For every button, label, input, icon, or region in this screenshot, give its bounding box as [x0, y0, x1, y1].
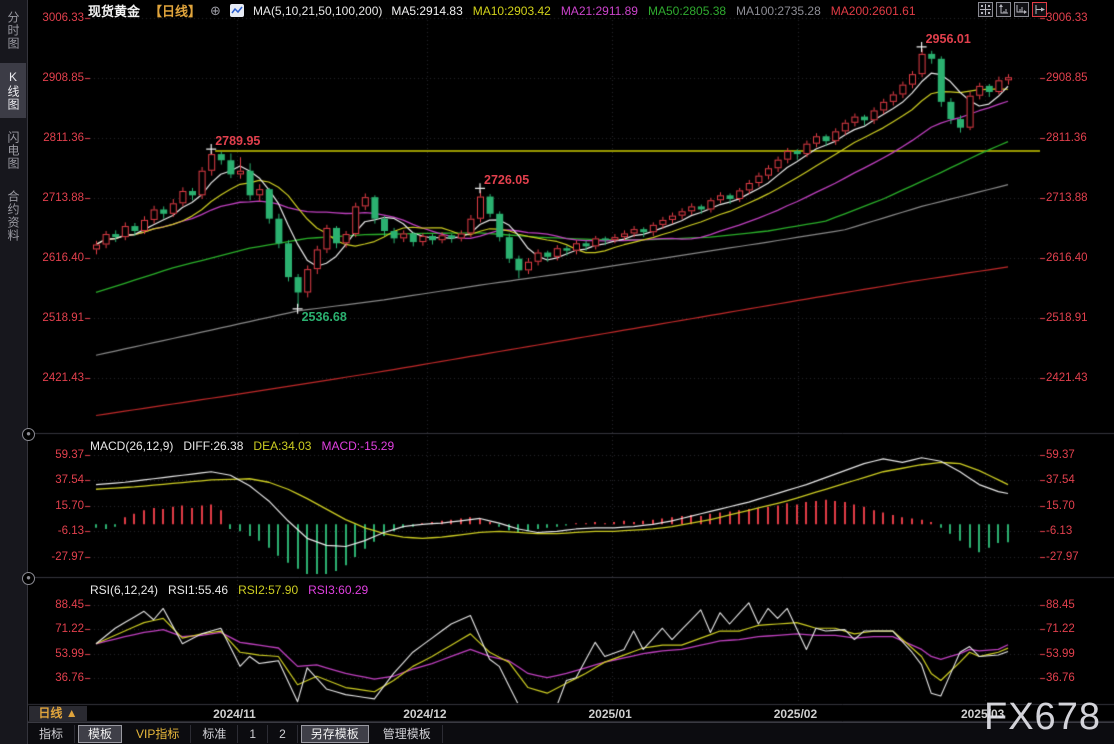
- rsi1-value: RSI1:55.46: [168, 583, 229, 597]
- price-axis-label: 2713.88: [42, 191, 84, 204]
- macd-axis-label: 37.54: [55, 474, 84, 487]
- price-axis-label: 2908.85: [42, 71, 84, 84]
- sidebar-tab-1[interactable]: K线图: [0, 63, 26, 118]
- ma-params-label: MA(5,10,21,50,100,200): [252, 3, 383, 18]
- sidebar-tab-0[interactable]: 分时图: [0, 4, 26, 57]
- timeframe-selector[interactable]: 日线 ▲: [29, 706, 87, 721]
- price-axis-label: 3006.33: [42, 12, 84, 24]
- chart-canvas[interactable]: [0, 0, 1114, 744]
- price-axis-label: 2811.36: [43, 131, 84, 144]
- macd-axis-label: 15.70: [55, 499, 84, 512]
- rsi-axis-label-right: 88.45: [1046, 599, 1075, 611]
- macd-axis-label: -6.13: [57, 525, 84, 538]
- timeframe-label: 日线: [38, 706, 63, 720]
- price-annotation: 2789.95: [215, 134, 261, 149]
- price-axis-label: 2518.91: [42, 311, 84, 324]
- price-axis-label-right: 2811.36: [1046, 131, 1087, 144]
- bottom-toolbar: 指标 模板 VIP指标 标准 1 2 另存模板 管理模板: [28, 722, 1114, 744]
- toolbar-item-6[interactable]: 另存模板: [300, 725, 369, 743]
- macd-title: MACD(26,12,9): [90, 439, 174, 453]
- toolbar-item-4[interactable]: 1: [238, 725, 269, 743]
- price-annotation: 2726.05: [484, 173, 530, 188]
- macd-panel-toggle-icon[interactable]: ●: [22, 428, 35, 441]
- circle-plus-icon[interactable]: ⊕: [210, 3, 221, 19]
- price-axis-label-right: 2713.88: [1046, 191, 1088, 204]
- pan-right-icon[interactable]: [1032, 2, 1047, 17]
- ma-value-3: MA50:2805.38: [647, 3, 727, 18]
- mini-chart-icon[interactable]: [229, 4, 244, 17]
- sidebar-tab-2[interactable]: 闪电图: [0, 124, 26, 177]
- ma-value-5: MA200:2601.61: [830, 3, 916, 18]
- trading-app-window: 分时图 K线图闪电图合约资料 现货黄金 【日线】 ⊕ MA(5,10,21,50,…: [0, 0, 1114, 744]
- watermark: FX678: [984, 696, 1101, 738]
- toolbar-item-0[interactable]: 指标: [28, 725, 76, 743]
- macd-axis-label-right: 37.54: [1046, 474, 1075, 487]
- rsi-axis-label: 88.45: [55, 599, 84, 611]
- chart-header: 现货黄金 【日线】 ⊕ MA(5,10,21,50,100,200) MA5:2…: [88, 1, 916, 20]
- rsi2-value: RSI2:57.90: [238, 583, 299, 597]
- macd-axis-label-right: 59.37: [1046, 448, 1075, 461]
- macd-axis-label-right: -27.97: [1046, 550, 1079, 563]
- macd-title-row: MACD(26,12,9) DIFF:26.38 DEA:34.03 MACD:…: [90, 439, 394, 453]
- date-axis-label: 2024/11: [213, 707, 256, 721]
- ma-values-group: MA5:2914.83 MA10:2903.42 MA21:2911.89 MA50:…: [391, 4, 915, 18]
- rsi-axis-label-right: 36.76: [1046, 671, 1075, 684]
- rsi-axis-label-right: 53.99: [1046, 647, 1075, 660]
- sidebar-tab-3[interactable]: 合约资料: [0, 183, 26, 249]
- price-axis-label-right: 2518.91: [1046, 311, 1088, 324]
- timeframe-arrow-icon: ▲: [65, 706, 78, 720]
- macd-dea-value: DEA:34.03: [253, 439, 312, 453]
- rsi-panel-toggle-icon[interactable]: ●: [22, 572, 35, 585]
- ma-value-4: MA100:2735.28: [736, 3, 821, 18]
- price-annotation: 2536.68: [301, 309, 347, 324]
- toolbar-item-1[interactable]: 模板: [78, 725, 123, 743]
- rsi-axis-label: 36.76: [55, 671, 84, 684]
- macd-axis-label-right: 15.70: [1046, 499, 1075, 512]
- price-axis-label-right: 2421.43: [1046, 371, 1088, 384]
- macd-diff-value: DIFF:26.38: [183, 439, 244, 453]
- rsi-axis-label: 71.22: [55, 623, 84, 636]
- rsi-axis-label-right: 71.22: [1046, 623, 1075, 636]
- ma-value-1: MA10:2903.42: [472, 3, 551, 18]
- toolbar-item-5[interactable]: 2: [268, 725, 298, 743]
- price-axis-label: 2421.43: [42, 371, 84, 384]
- rsi-title-row: RSI(6,12,24) RSI1:55.46 RSI2:57.90 RSI3:…: [90, 583, 368, 597]
- date-axis-label: 2024/12: [403, 707, 447, 721]
- price-annotation: 2956.01: [925, 31, 971, 46]
- left-sidebar: 分时图 K线图闪电图合约资料: [0, 0, 28, 744]
- price-axis-label-right: 2908.85: [1046, 71, 1088, 84]
- y-axis-scale-icon[interactable]: [996, 2, 1011, 17]
- rsi-title: RSI(6,12,24): [90, 583, 159, 597]
- date-axis-label: 2025/01: [588, 707, 632, 721]
- toolbar-item-3[interactable]: 标准: [191, 725, 239, 743]
- period-tag[interactable]: 【日线】: [149, 1, 201, 20]
- macd-axis-label: 59.37: [55, 448, 84, 461]
- macd-axis-label: -27.97: [51, 550, 84, 563]
- toolbar-item-7[interactable]: 管理模板: [372, 725, 443, 743]
- symbol-name: 现货黄金: [88, 4, 141, 19]
- rsi3-value: RSI3:60.29: [308, 583, 369, 597]
- ma-value-2: MA21:2911.89: [560, 3, 638, 18]
- price-axis-label-right: 2616.40: [1046, 251, 1088, 264]
- ma-value-0: MA5:2914.83: [391, 3, 463, 18]
- x-axis-scale-icon[interactable]: [1014, 2, 1029, 17]
- price-axis-label: 2616.40: [42, 251, 84, 264]
- price-axis-label-right: 3006.33: [1046, 12, 1088, 24]
- toolbar-item-2[interactable]: VIP指标: [125, 725, 192, 743]
- rsi-axis-label: 53.99: [55, 647, 84, 660]
- chart-toolbar-icons: [978, 2, 1047, 17]
- macd-macd-value: MACD:-15.29: [321, 439, 395, 453]
- crosshair-icon[interactable]: [978, 2, 993, 17]
- macd-axis-label-right: -6.13: [1046, 525, 1073, 538]
- date-axis-label: 2025/02: [773, 707, 818, 721]
